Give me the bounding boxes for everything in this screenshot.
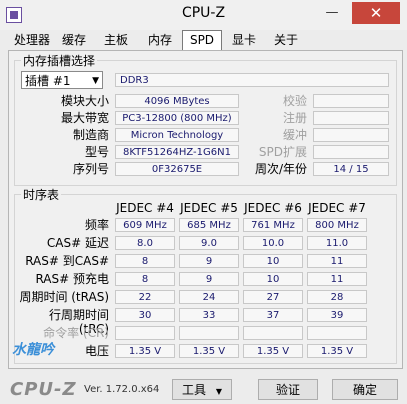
module-size-value: 4096 MBytes	[115, 94, 239, 108]
max-bandwidth-label: 最大带宽	[60, 111, 109, 125]
registered-label: 注册	[282, 111, 307, 125]
timings-cell: 33	[179, 308, 239, 322]
tab-about[interactable]: 关于	[270, 31, 302, 50]
timings-cell: 9	[179, 272, 239, 286]
timings-cell: 30	[115, 308, 175, 322]
timings-cell	[243, 326, 303, 340]
timings-cell: 761 MHz	[243, 218, 303, 232]
timings-cell: 10	[243, 272, 303, 286]
tab-cache[interactable]: 缓存	[58, 31, 90, 50]
tab-spd[interactable]: SPD	[182, 30, 222, 52]
spd-ext-value	[313, 145, 389, 159]
timings-column-header: JEDEC #7	[308, 201, 366, 215]
correction-label: 校验	[282, 94, 307, 108]
minimize-button[interactable]: —	[318, 2, 346, 24]
serial-value: 0F32675E	[115, 162, 239, 176]
timings-cell: 1.35 V	[307, 344, 367, 358]
tools-button[interactable]: 工具 ▼	[172, 379, 232, 400]
manufacturer-value: Micron Technology	[115, 128, 239, 142]
manufacturer-label: 制造商	[72, 128, 109, 142]
timings-cell	[115, 326, 175, 340]
timings-row-label: RAS# 到CAS#	[25, 254, 109, 268]
timings-cell: 10.0	[243, 236, 303, 250]
timings-column-header: JEDEC #5	[180, 201, 238, 215]
timings-cell: 1.35 V	[243, 344, 303, 358]
timings-cell: 609 MHz	[115, 218, 175, 232]
buffered-label: 缓冲	[282, 128, 307, 142]
timings-cell	[307, 326, 367, 340]
version-label: Ver. 1.72.0.x64	[84, 384, 160, 395]
timings-column-header: JEDEC #4	[116, 201, 174, 215]
max-bandwidth-value: PC3-12800 (800 MHz)	[115, 111, 239, 125]
timings-cell: 8.0	[115, 236, 175, 250]
spd-panel: 内存插槽选择 插槽 #1 ▼ DDR3 模块大小 4096 MBytes 校验 …	[8, 50, 403, 369]
timings-row-label: 周期时间 (tRAS)	[19, 290, 109, 304]
timings-cell: 37	[243, 308, 303, 322]
validate-button[interactable]: 验证	[258, 379, 318, 400]
slot-select-value: 插槽 #1	[25, 74, 71, 88]
timings-cell: 8	[115, 254, 175, 268]
timings-cell: 22	[115, 290, 175, 304]
timings-cell: 1.35 V	[115, 344, 175, 358]
timings-cell: 27	[243, 290, 303, 304]
slot-select[interactable]: 插槽 #1 ▼	[21, 71, 103, 89]
timings-row-label: 频率	[84, 218, 109, 232]
timings-cell: 11	[307, 272, 367, 286]
tab-mainboard[interactable]: 主板	[100, 31, 132, 50]
timings-cell: 9	[179, 254, 239, 268]
timings-row-label: 命令率 (CR)	[43, 326, 109, 340]
timings-cell: 685 MHz	[179, 218, 239, 232]
part-number-value: 8KTF51264HZ-1G6N1	[115, 145, 239, 159]
timings-row-label: CAS# 延迟	[46, 236, 109, 250]
title-bar: CPU-Z — ✕	[0, 0, 407, 30]
ok-button[interactable]: 确定	[332, 379, 398, 400]
timings-cell: 11.0	[307, 236, 367, 250]
module-type-field: DDR3	[115, 73, 389, 87]
timings-column-header: JEDEC #6	[244, 201, 302, 215]
slot-selection-group: 内存插槽选择 插槽 #1 ▼ DDR3 模块大小 4096 MBytes 校验 …	[14, 52, 397, 186]
tools-button-label: 工具	[182, 383, 207, 397]
registered-value	[313, 111, 389, 125]
buffered-value	[313, 128, 389, 142]
slot-group-title: 内存插槽选择	[21, 52, 98, 69]
chevron-down-icon: ▼	[215, 387, 222, 396]
timings-group-title: 时序表	[21, 186, 62, 203]
close-button[interactable]: ✕	[352, 2, 400, 24]
timings-cell: 11	[307, 254, 367, 268]
timings-group: 时序表 JEDEC #4 JEDEC #5 JEDEC #6 JEDEC #7 …	[14, 186, 397, 364]
serial-label: 序列号	[72, 162, 109, 176]
module-size-label: 模块大小	[60, 94, 109, 108]
watermark-text: 水龍吟	[12, 342, 54, 358]
week-year-label: 周次/年份	[254, 162, 307, 176]
timings-cell: 1.35 V	[179, 344, 239, 358]
correction-value	[313, 94, 389, 108]
timings-cell: 800 MHz	[307, 218, 367, 232]
footer-bar: CPU-Z Ver. 1.72.0.x64 工具 ▼ 验证 确定	[0, 370, 407, 404]
timings-cell: 8	[115, 272, 175, 286]
timings-cell: 9.0	[179, 236, 239, 250]
chevron-down-icon: ▼	[92, 76, 99, 86]
timings-cell: 28	[307, 290, 367, 304]
spd-ext-label: SPD扩展	[258, 145, 307, 159]
part-number-label: 型号	[84, 145, 109, 159]
timings-cell: 39	[307, 308, 367, 322]
tab-cpu[interactable]: 处理器	[12, 31, 52, 50]
week-year-value: 14 / 15	[313, 162, 389, 176]
tab-graphics[interactable]: 显卡	[228, 31, 260, 50]
timings-cell: 24	[179, 290, 239, 304]
timings-cell: 10	[243, 254, 303, 268]
tab-memory[interactable]: 内存	[144, 31, 176, 50]
timings-row-label: RAS# 预充电	[35, 272, 109, 286]
cpuz-brand-logo: CPU-Z	[10, 379, 77, 400]
timings-cell	[179, 326, 239, 340]
